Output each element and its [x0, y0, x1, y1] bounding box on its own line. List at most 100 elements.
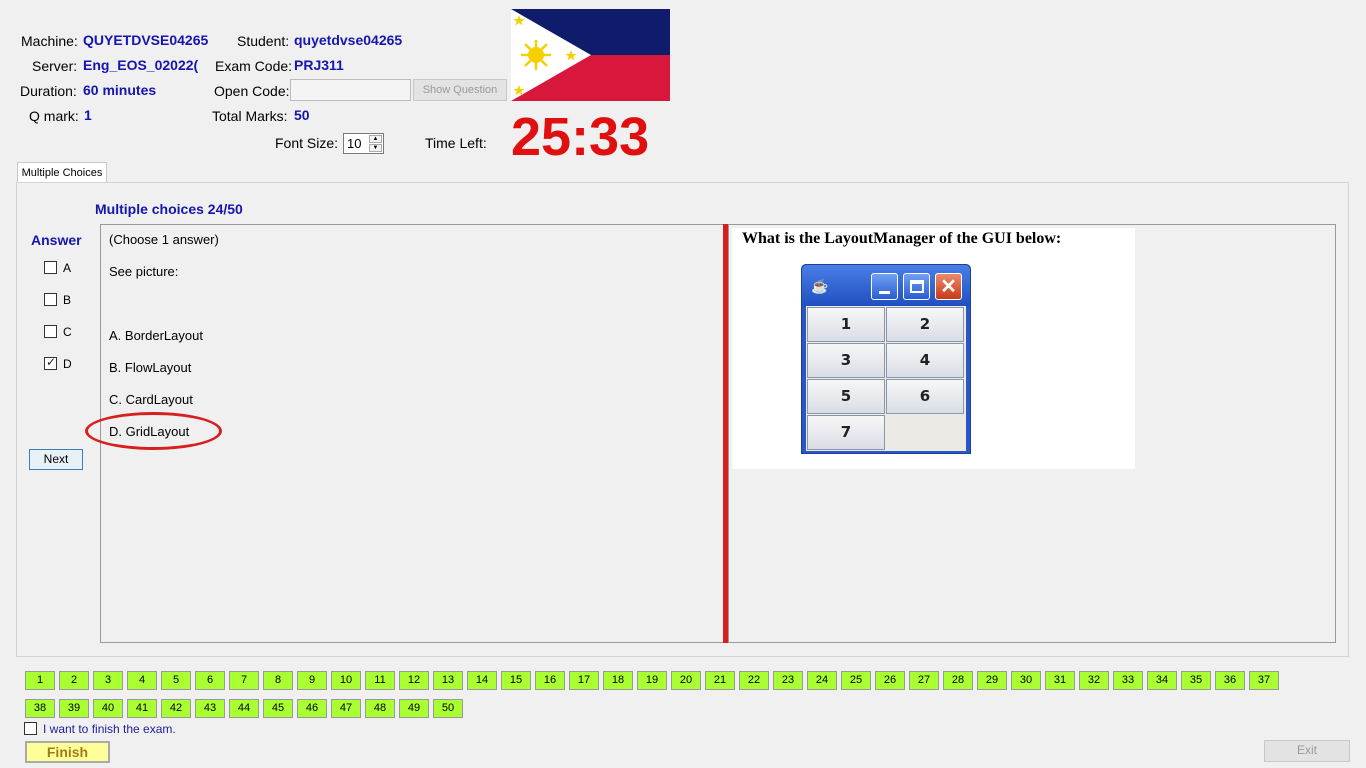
finish-exam-checkbox[interactable]	[24, 722, 37, 735]
finish-button[interactable]: Finish	[25, 741, 110, 763]
question-navigation: 1 2 3 4 5 6 7 8 9 10 11 12 13 14 15 16 17 18 19 20 21 22 23 24 2…	[25, 671, 1325, 719]
question-number-button[interactable]: 39	[59, 699, 89, 718]
gui-grid-button: 5	[807, 379, 885, 414]
font-size-value: 10	[347, 136, 362, 151]
gui-grid-button: 6	[886, 379, 964, 414]
question-number-button[interactable]: 28	[943, 671, 973, 690]
question-number-button[interactable]: 9	[297, 671, 327, 690]
option-a-text: A. BorderLayout	[109, 328, 203, 343]
gui-grid-button: 3	[807, 343, 885, 378]
stepper-up-icon[interactable]: ▲	[369, 135, 382, 143]
question-number-button[interactable]: 44	[229, 699, 259, 718]
question-number-button[interactable]: 47	[331, 699, 361, 718]
question-number-button[interactable]: 50	[433, 699, 463, 718]
question-number-button[interactable]: 15	[501, 671, 531, 690]
gui-maximize-icon	[903, 273, 930, 300]
gui-grid-button: 2	[886, 307, 964, 342]
question-number-button[interactable]: 14	[467, 671, 497, 690]
question-number-button[interactable]: 20	[671, 671, 701, 690]
question-number-button[interactable]: 37	[1249, 671, 1279, 690]
question-number-button[interactable]: 7	[229, 671, 259, 690]
question-number-button[interactable]: 6	[195, 671, 225, 690]
open-code-input[interactable]	[290, 79, 411, 101]
answer-checkbox-b[interactable]	[44, 293, 57, 306]
answer-checkbox-a[interactable]	[44, 261, 57, 274]
question-number-button[interactable]: 22	[739, 671, 769, 690]
question-number-button[interactable]: 29	[977, 671, 1007, 690]
question-number-button[interactable]: 2	[59, 671, 89, 690]
question-number-button[interactable]: 36	[1215, 671, 1245, 690]
gui-close-icon: ✕	[935, 273, 962, 300]
open-code-label: Open Code:	[214, 83, 290, 99]
question-number-button[interactable]: 45	[263, 699, 293, 718]
question-number-button[interactable]: 35	[1181, 671, 1211, 690]
server-label: Server:	[32, 58, 78, 74]
answer-checkbox-d[interactable]	[44, 355, 57, 370]
question-instruction: (Choose 1 answer)	[109, 232, 219, 247]
question-number-button[interactable]: 41	[127, 699, 157, 718]
java-icon: ☕	[811, 278, 829, 294]
question-number-button[interactable]: 3	[93, 671, 123, 690]
flag-icon	[511, 9, 670, 101]
exam-code-value: PRJ311	[294, 57, 344, 73]
question-number-button[interactable]: 16	[535, 671, 565, 690]
answer-label-a: A	[63, 261, 72, 275]
question-number-button[interactable]: 27	[909, 671, 939, 690]
answer-label-c: C	[63, 325, 72, 339]
time-left-label: Time Left:	[425, 135, 487, 151]
question-number-button[interactable]: 34	[1147, 671, 1177, 690]
question-number-button[interactable]: 19	[637, 671, 667, 690]
answer-label: Answer	[31, 232, 82, 248]
duration-value: 60 minutes	[83, 82, 157, 98]
question-number-button[interactable]: 1	[25, 671, 55, 690]
machine-label: Machine:	[21, 33, 78, 49]
exam-code-label: Exam Code:	[215, 58, 293, 74]
question-number-button[interactable]: 38	[25, 699, 55, 718]
answer-checkbox-c[interactable]	[44, 325, 57, 338]
question-number-button[interactable]: 17	[569, 671, 599, 690]
question-number-button[interactable]: 5	[161, 671, 191, 690]
question-number-button[interactable]: 18	[603, 671, 633, 690]
question-number-button[interactable]: 49	[399, 699, 429, 718]
question-number-button[interactable]: 33	[1113, 671, 1143, 690]
gui-grid-button: 4	[886, 343, 964, 378]
question-number-button[interactable]: 23	[773, 671, 803, 690]
total-marks-value: 50	[294, 107, 310, 123]
option-b-text: B. FlowLayout	[109, 360, 192, 375]
question-number-button[interactable]: 43	[195, 699, 225, 718]
gui-minimize-icon	[871, 273, 898, 300]
question-number-button[interactable]: 46	[297, 699, 327, 718]
option-c-text: C. CardLayout	[109, 392, 193, 407]
answer-label-d: D	[63, 357, 72, 371]
image-title: What is the LayoutManager of the GUI bel…	[742, 230, 1062, 247]
show-question-button[interactable]: Show Question	[413, 79, 507, 101]
answer-label-b: B	[63, 293, 72, 307]
question-number-button[interactable]: 32	[1079, 671, 1109, 690]
machine-value: QUYETDVSE04265	[83, 32, 209, 48]
font-size-stepper[interactable]: 10 ▲ ▼	[343, 133, 384, 154]
time-left-value: 25:33	[511, 107, 650, 167]
question-number-button[interactable]: 40	[93, 699, 123, 718]
question-number-button[interactable]: 13	[433, 671, 463, 690]
duration-label: Duration:	[20, 83, 77, 99]
see-picture-text: See picture:	[109, 264, 179, 279]
tab-multiple-choices[interactable]: Multiple Choices	[17, 162, 107, 183]
exit-button[interactable]: Exit	[1264, 740, 1350, 762]
finish-exam-label: I want to finish the exam.	[43, 722, 176, 736]
stepper-down-icon[interactable]: ▼	[369, 144, 382, 152]
question-number-button[interactable]: 8	[263, 671, 293, 690]
question-number-button[interactable]: 11	[365, 671, 395, 690]
question-number-button[interactable]: 26	[875, 671, 905, 690]
next-button[interactable]: Next	[29, 449, 83, 470]
question-number-button[interactable]: 25	[841, 671, 871, 690]
question-number-button[interactable]: 24	[807, 671, 837, 690]
question-number-button[interactable]: 42	[161, 699, 191, 718]
question-number-button[interactable]: 12	[399, 671, 429, 690]
question-number-button[interactable]: 30	[1011, 671, 1041, 690]
question-number-button[interactable]: 21	[705, 671, 735, 690]
question-number-button[interactable]: 10	[331, 671, 361, 690]
question-number-button[interactable]: 4	[127, 671, 157, 690]
question-number-button[interactable]: 48	[365, 699, 395, 718]
question-number-button[interactable]: 31	[1045, 671, 1075, 690]
answer-highlight-circle	[85, 412, 222, 450]
